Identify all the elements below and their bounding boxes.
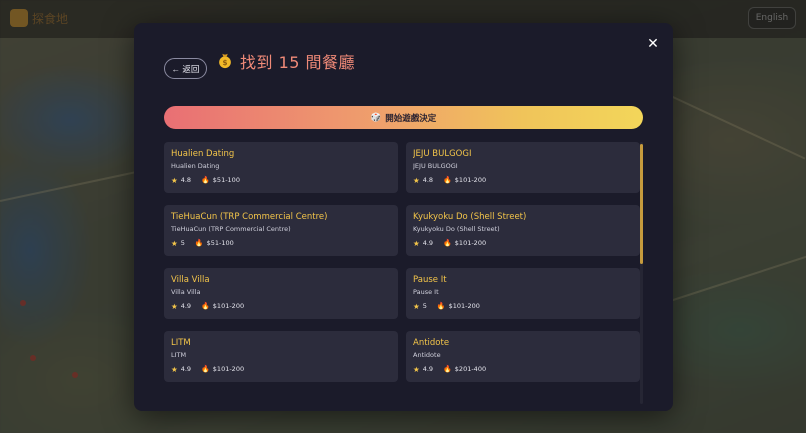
restaurant-subtitle: Pause It — [413, 288, 439, 296]
restaurant-subtitle: Antidote — [413, 351, 441, 359]
restaurant-card[interactable]: Pause It Pause It ★ 5 🔥 $101-200 — [406, 268, 640, 319]
star-icon: ★ — [413, 176, 420, 185]
restaurant-rating: 5 — [422, 302, 427, 310]
restaurant-rating: 4.9 — [180, 302, 192, 310]
restaurant-price: $101-200 — [212, 302, 245, 310]
restaurant-card[interactable]: Kyukyoku Do (Shell Street) Kyukyoku Do (… — [406, 205, 640, 256]
close-button[interactable]: ✕ — [643, 34, 663, 54]
restaurant-name: JEJU BULGOGI — [413, 149, 472, 159]
restaurant-card[interactable]: Hualien Dating Hualien Dating ★ 4.8 🔥 $5… — [164, 142, 398, 193]
restaurant-rating: 4.8 — [180, 176, 192, 184]
restaurant-subtitle: Kyukyoku Do (Shell Street) — [413, 225, 500, 233]
restaurant-name: Villa Villa — [171, 275, 210, 285]
star-icon: ★ — [413, 365, 420, 374]
money-bag-icon: $ — [219, 53, 231, 69]
restaurant-subtitle: TieHuaCun (TRP Commercial Centre) — [171, 225, 291, 233]
star-icon: ★ — [171, 239, 178, 248]
restaurant-card[interactable]: JEJU BULGOGI JEJU BULGOGI ★ 4.8 🔥 $101-2… — [406, 142, 640, 193]
restaurant-meta: ★ 5 🔥 $101-200 — [413, 302, 633, 311]
page-title: 找到 15 間餐廳 — [240, 53, 356, 72]
restaurant-name: TieHuaCun (TRP Commercial Centre) — [171, 212, 328, 222]
restaurant-name: Hualien Dating — [171, 149, 235, 159]
start-game-button[interactable]: 🎲 開始遊戲決定 — [164, 106, 643, 129]
restaurant-meta: ★ 5 🔥 $51-100 — [171, 239, 391, 248]
flame-icon: 🔥 — [201, 302, 210, 310]
restaurant-card[interactable]: TieHuaCun (TRP Commercial Centre) TieHua… — [164, 205, 398, 256]
back-button[interactable]: ← 返回 — [164, 58, 207, 79]
flame-icon: 🔥 — [443, 365, 452, 373]
restaurant-rating: 4.9 — [422, 239, 434, 247]
results-modal: ✕ ← 返回 $ 找到 15 間餐廳 🎲 開始遊戲決定 Hualien Dati… — [134, 23, 673, 411]
star-icon: ★ — [171, 302, 178, 311]
flame-icon: 🔥 — [194, 239, 204, 247]
restaurant-list[interactable]: Hualien Dating Hualien Dating ★ 4.8 🔥 $5… — [164, 142, 643, 404]
restaurant-card[interactable]: Antidote Antidote ★ 4.9 🔥 $201-400 — [406, 331, 640, 382]
restaurant-price: $51-100 — [206, 239, 234, 247]
restaurant-rating: 4.9 — [422, 365, 434, 373]
star-icon: ★ — [413, 302, 420, 311]
restaurant-name: LITM — [171, 338, 191, 348]
restaurant-meta: ★ 4.9 🔥 $101-200 — [171, 302, 391, 311]
star-icon: ★ — [171, 176, 178, 185]
restaurant-card[interactable]: Villa Villa Villa Villa ★ 4.9 🔥 $101-200 — [164, 268, 398, 319]
restaurant-price: $101-200 — [448, 302, 480, 310]
flame-icon: 🔥 — [443, 176, 452, 184]
restaurant-subtitle: Villa Villa — [171, 288, 201, 296]
star-icon: ★ — [413, 239, 420, 248]
restaurant-name: Antidote — [413, 338, 450, 348]
flame-icon: 🔥 — [436, 302, 446, 310]
restaurant-subtitle: LITM — [171, 351, 187, 359]
restaurant-price: $201-400 — [454, 365, 487, 373]
flame-icon: 🔥 — [443, 239, 452, 247]
restaurant-name: Pause It — [413, 275, 447, 285]
restaurant-meta: ★ 4.9 🔥 $101-200 — [413, 239, 633, 248]
scrollbar-thumb[interactable] — [640, 144, 643, 264]
flame-icon: 🔥 — [201, 365, 210, 373]
restaurant-meta: ★ 4.9 🔥 $201-400 — [413, 365, 633, 374]
svg-text:$: $ — [222, 58, 227, 67]
restaurant-price: $101-200 — [454, 176, 487, 184]
flame-icon: 🔥 — [201, 176, 210, 184]
dice-icon: 🎲 — [370, 112, 382, 122]
restaurant-card[interactable]: LITM LITM ★ 4.9 🔥 $101-200 — [164, 331, 398, 382]
start-game-label: 開始遊戲決定 — [385, 112, 437, 123]
restaurant-meta: ★ 4.8 🔥 $51-100 — [171, 176, 391, 185]
scrollbar-track[interactable] — [640, 142, 643, 404]
restaurant-subtitle: Hualien Dating — [171, 162, 220, 170]
restaurant-rating: 4.8 — [422, 176, 434, 184]
restaurant-meta: ★ 4.9 🔥 $101-200 — [171, 365, 391, 374]
restaurant-price: $101-200 — [454, 239, 487, 247]
star-icon: ★ — [171, 365, 178, 374]
restaurant-rating: 5 — [180, 239, 185, 247]
restaurant-grid: Hualien Dating Hualien Dating ★ 4.8 🔥 $5… — [164, 142, 640, 382]
restaurant-price: $51-100 — [212, 176, 240, 184]
restaurant-rating: 4.9 — [180, 365, 192, 373]
restaurant-subtitle: JEJU BULGOGI — [413, 162, 458, 170]
restaurant-price: $101-200 — [212, 365, 245, 373]
restaurant-meta: ★ 4.8 🔥 $101-200 — [413, 176, 633, 185]
restaurant-name: Kyukyoku Do (Shell Street) — [413, 212, 527, 222]
